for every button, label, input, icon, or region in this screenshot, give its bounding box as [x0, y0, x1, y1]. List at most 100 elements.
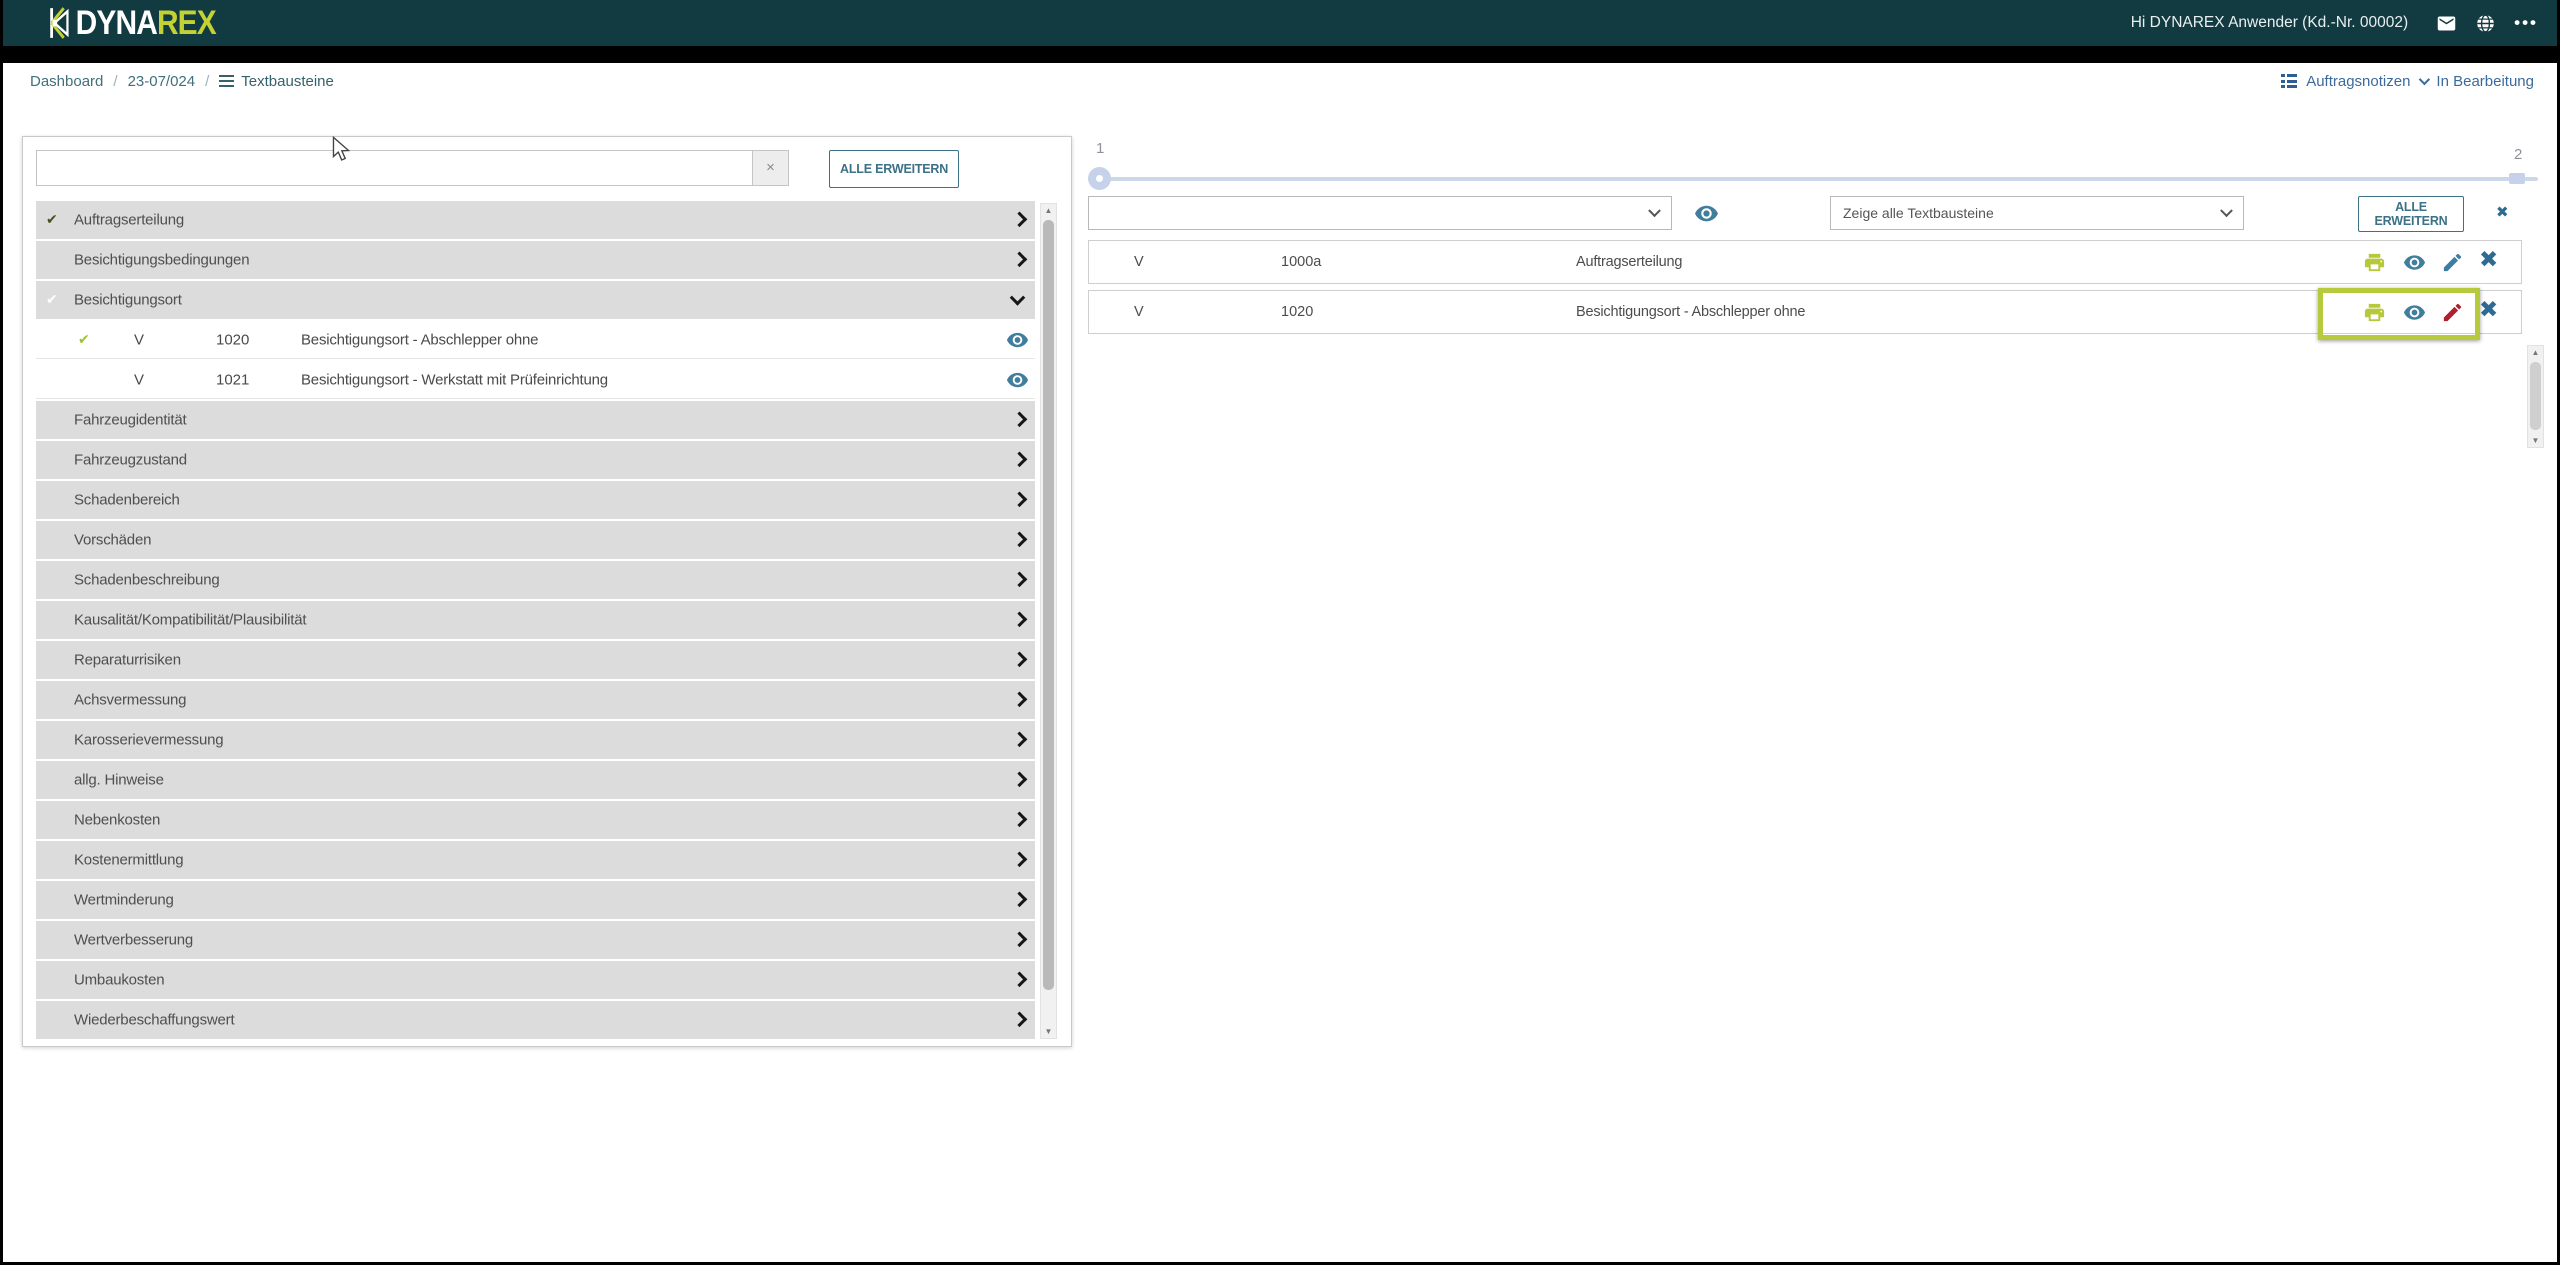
chevron-right-icon[interactable] [1012, 452, 1028, 468]
chevron-right-icon[interactable] [1012, 532, 1028, 548]
chevron-right-icon[interactable] [1012, 692, 1028, 708]
chevron-right-icon[interactable] [1012, 932, 1028, 948]
category-row-besichtigungsbedingungen[interactable]: Besichtigungsbedingungen [36, 241, 1035, 279]
globe-icon[interactable] [2475, 13, 2496, 34]
breadcrumb: Dashboard / 23-07/024 / Textbausteine [30, 73, 334, 90]
eye-icon[interactable] [1006, 368, 1029, 391]
category-row-schadenbeschreibung[interactable]: Schadenbeschreibung [36, 561, 1035, 599]
expand-all-button-left[interactable]: ALLE ERWEITERN [829, 150, 959, 188]
header-divider [0, 46, 2560, 63]
breadcrumb-separator: / [205, 73, 209, 90]
chevron-right-icon[interactable] [1012, 892, 1028, 908]
check-icon: ✔ [78, 332, 90, 348]
table-row-1000a[interactable]: V 1000a Auftragserteilung ✖ [1088, 240, 2522, 284]
category-row-auftragserteilung[interactable]: ✔ Auftragserteilung [36, 201, 1035, 239]
edit-pencil-icon[interactable] [2441, 301, 2464, 324]
eye-icon[interactable] [1694, 201, 1719, 226]
textbaustein-row-1021[interactable]: V 1021 Besichtigungsort - Werkstatt mit … [36, 361, 1035, 399]
right-toolbar: Zeige alle Textbausteine ALLE ERWEITERN … [1088, 196, 2552, 236]
selected-textbausteine-table: V 1000a Auftragserteilung ✖ V 1020 Besic… [1088, 240, 2552, 370]
chevron-right-icon[interactable] [1012, 212, 1028, 228]
show-mode-select[interactable]: Zeige alle Textbausteine [1830, 196, 2244, 230]
textbaustein-catalog-panel: × ALLE ERWEITERN ✔ Auftragserteilung Bes… [22, 136, 1072, 1047]
chevron-right-icon[interactable] [1012, 972, 1028, 988]
scroll-up-icon[interactable]: ▲ [2528, 348, 2543, 357]
scrollbar-thumb[interactable] [1043, 220, 1054, 990]
chevron-right-icon[interactable] [1012, 772, 1028, 788]
chevron-right-icon[interactable] [1012, 852, 1028, 868]
chevron-right-icon[interactable] [1012, 652, 1028, 668]
chevron-right-icon[interactable] [1012, 412, 1028, 428]
breadcrumb-order[interactable]: 23-07/024 [128, 73, 196, 90]
category-row-wiederbeschaffungswert[interactable]: Wiederbeschaffungswert [36, 1001, 1035, 1039]
slider-end-label: 2 [2514, 146, 2522, 163]
chevron-down-icon[interactable] [1010, 290, 1026, 306]
chevron-right-icon[interactable] [1012, 812, 1028, 828]
eye-icon[interactable] [1006, 328, 1029, 351]
category-row-nebenkosten[interactable]: Nebenkosten [36, 801, 1035, 839]
status-dropdown[interactable]: In Bearbeitung [2436, 73, 2534, 90]
category-row-wertverbesserung[interactable]: Wertverbesserung [36, 921, 1035, 959]
page-slider-handle[interactable] [1088, 167, 1111, 190]
filter-select[interactable] [1088, 196, 1672, 230]
print-icon[interactable] [2363, 301, 2386, 324]
left-list-scrollbar[interactable]: ▲ ▼ [1040, 203, 1057, 1039]
category-row-kausalitaet[interactable]: Kausalität/Kompatibilität/Plausibilität [36, 601, 1035, 639]
chevron-right-icon[interactable] [1012, 1012, 1028, 1028]
slider-start-label: 1 [1096, 140, 1104, 157]
user-greeting: Hi DYNAREX Anwender (Kd.-Nr. 00002) [2131, 14, 2408, 32]
chevron-right-icon[interactable] [1012, 492, 1028, 508]
table-row-1020[interactable]: V 1020 Besichtigungsort - Abschlepper oh… [1088, 290, 2522, 334]
check-icon: ✔ [46, 212, 58, 228]
chevron-down-icon[interactable] [2419, 74, 2430, 85]
category-row-umbaukosten[interactable]: Umbaukosten [36, 961, 1035, 999]
category-row-besichtigungsort[interactable]: ✔ Besichtigungsort [36, 281, 1035, 319]
scrollbar-thumb[interactable] [2530, 362, 2541, 430]
page-slider-track[interactable] [1098, 177, 2538, 181]
category-row-reparaturrisiken[interactable]: Reparaturrisiken [36, 641, 1035, 679]
chevron-right-icon[interactable] [1012, 572, 1028, 588]
remove-icon[interactable]: ✖ [2479, 297, 2498, 323]
breadcrumb-dashboard[interactable]: Dashboard [30, 73, 103, 90]
page-slider-end-mark[interactable] [2509, 173, 2525, 184]
mail-icon[interactable] [2436, 13, 2457, 34]
eye-icon[interactable] [2403, 251, 2426, 274]
search-clear-button[interactable]: × [752, 150, 789, 186]
chevron-down-icon [1648, 204, 1661, 217]
category-row-schadenbereich[interactable]: Schadenbereich [36, 481, 1035, 519]
window-edge-left [0, 0, 3, 1265]
eye-icon[interactable] [2403, 301, 2426, 324]
list-icon [219, 75, 234, 87]
category-row-achsvermessung[interactable]: Achsvermessung [36, 681, 1035, 719]
category-row-fahrzeugidentitaet[interactable]: Fahrzeugidentität [36, 401, 1035, 439]
expand-all-button-right[interactable]: ALLE ERWEITERN [2358, 196, 2464, 232]
category-row-karosserievermessung[interactable]: Karosserievermessung [36, 721, 1035, 759]
chevron-right-icon[interactable] [1012, 612, 1028, 628]
breadcrumb-textbausteine[interactable]: Textbausteine [219, 73, 334, 90]
edit-pencil-icon[interactable] [2441, 251, 2464, 274]
chevron-right-icon[interactable] [1012, 732, 1028, 748]
scroll-down-icon[interactable]: ▼ [2528, 436, 2543, 445]
category-row-kostenermittlung[interactable]: Kostenermittlung [36, 841, 1035, 879]
scroll-down-icon[interactable]: ▼ [1041, 1027, 1056, 1036]
category-row-fahrzeugzustand[interactable]: Fahrzeugzustand [36, 441, 1035, 479]
logo-text: DYNAREX [76, 4, 216, 43]
print-icon[interactable] [2363, 251, 2386, 274]
search-input[interactable] [36, 150, 752, 186]
chevron-right-icon[interactable] [1012, 252, 1028, 268]
order-notes-link[interactable]: Auftragsnotizen [2306, 73, 2410, 90]
category-row-allg-hinweise[interactable]: allg. Hinweise [36, 761, 1035, 799]
more-icon[interactable]: ••• [2514, 18, 2538, 28]
category-row-vorschaeden[interactable]: Vorschäden [36, 521, 1035, 559]
remove-icon[interactable]: ✖ [2479, 247, 2498, 273]
textbaustein-row-1020[interactable]: ✔ V 1020 Besichtigungsort - Abschlepper … [36, 321, 1035, 359]
close-icon[interactable]: ✖ [2496, 203, 2509, 221]
category-list: ✔ Auftragserteilung Besichtigungsbedingu… [36, 201, 1057, 1041]
scroll-up-icon[interactable]: ▲ [1041, 206, 1056, 215]
table-scrollbar[interactable]: ▲ ▼ [2527, 345, 2544, 448]
selected-textbausteine-panel: 1 2 Zeige alle Textbausteine ALLE ERWEIT… [1088, 140, 2552, 460]
check-icon: ✔ [46, 292, 58, 308]
logo-icon [44, 5, 70, 41]
category-row-wertminderung[interactable]: Wertminderung [36, 881, 1035, 919]
notes-grid-icon[interactable] [2281, 74, 2297, 88]
